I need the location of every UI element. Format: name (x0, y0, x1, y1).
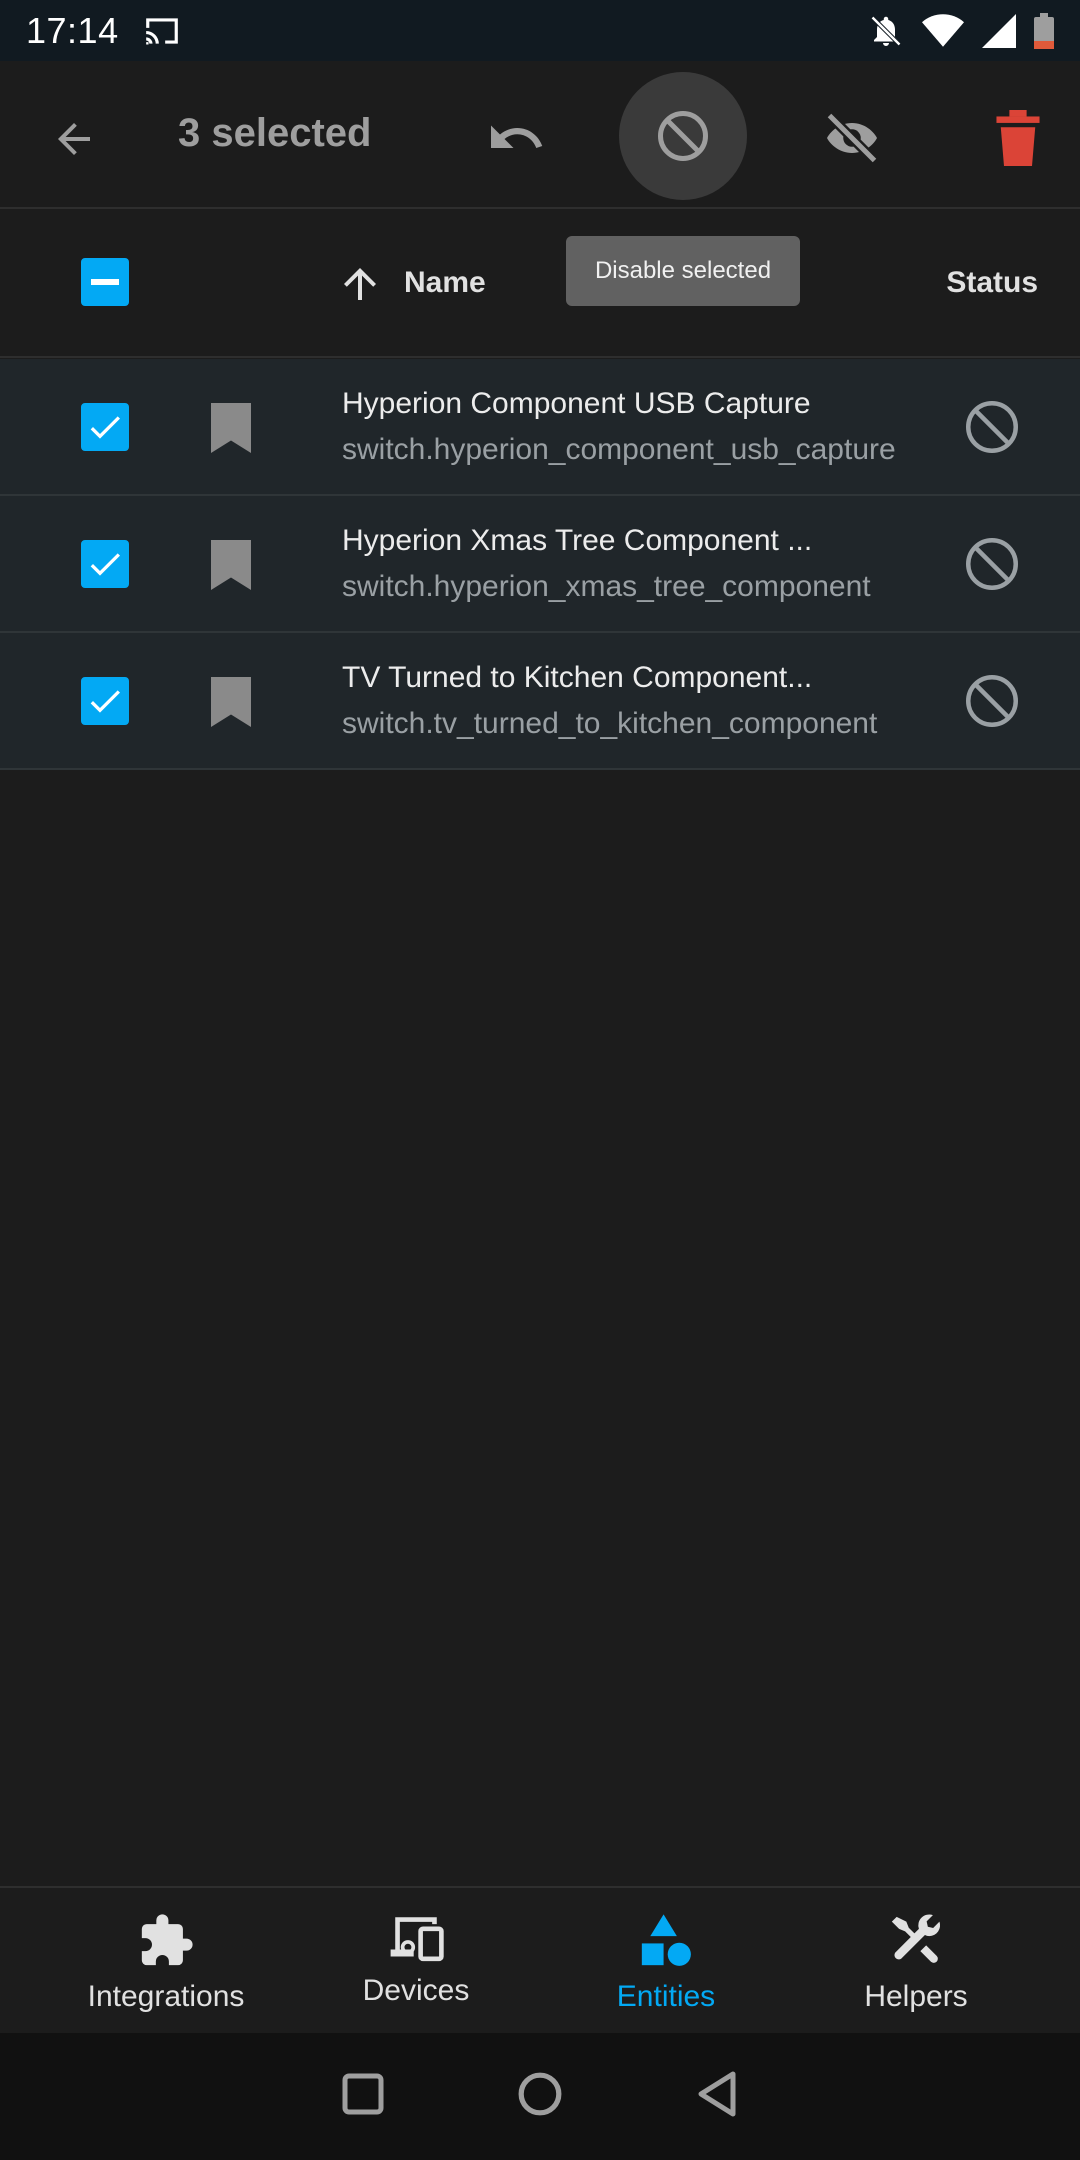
tools-icon (891, 1914, 941, 1963)
delete-selected-button[interactable] (976, 96, 1060, 180)
bottom-navigation: Integrations Devices Entities Helpers (0, 1886, 1080, 2033)
nav-item-integrations[interactable]: Integrations (41, 1888, 291, 2033)
devices-icon (390, 1917, 444, 1962)
cast-icon (143, 15, 181, 47)
notifications-off-icon (868, 13, 904, 49)
puzzle-icon (141, 1914, 193, 1966)
nav-label: Helpers (864, 1980, 968, 2013)
sort-ascending-icon[interactable] (336, 260, 384, 313)
entity-name: Hyperion Component USB Capture (342, 387, 811, 420)
entity-id: switch.hyperion_component_usb_capture (342, 433, 896, 466)
entity-name: TV Turned to Kitchen Component... (342, 661, 813, 694)
nav-item-entities[interactable]: Entities (541, 1888, 791, 2033)
column-header-name[interactable]: Name (404, 266, 486, 300)
entity-name: Hyperion Xmas Tree Component ... (342, 524, 813, 557)
entity-list: Hyperion Component USB Capture switch.hy… (0, 359, 1080, 770)
system-navigation-bar (0, 2033, 1080, 2160)
circle-icon (518, 2072, 562, 2116)
check-icon (90, 553, 120, 576)
check-icon (90, 416, 120, 439)
entity-id: switch.tv_turned_to_kitchen_component (342, 707, 878, 740)
disabled-status-icon (962, 534, 1022, 599)
selected-count-title: 3 selected (178, 111, 372, 155)
back-arrow-icon (58, 123, 90, 155)
status-time: 17:14 (26, 9, 119, 51)
disable-icon (658, 111, 708, 161)
back-nav-button[interactable] (695, 2070, 739, 2123)
check-icon (90, 690, 120, 713)
square-icon (342, 2073, 384, 2115)
wifi-icon (922, 13, 964, 49)
nav-label: Entities (616, 1980, 716, 2013)
restore-button[interactable] (474, 96, 558, 180)
column-header-status[interactable]: Status (946, 266, 1038, 300)
restore-icon (491, 125, 543, 148)
table-row[interactable]: TV Turned to Kitchen Component... switch… (0, 633, 1080, 770)
hide-selected-button[interactable] (810, 96, 894, 180)
select-all-checkbox[interactable] (81, 258, 129, 306)
table-row[interactable]: Hyperion Xmas Tree Component ... switch.… (0, 496, 1080, 633)
selection-toolbar: 3 selected (0, 61, 1080, 209)
bookmark-icon (211, 677, 251, 732)
bookmark-icon (211, 403, 251, 458)
entity-id: switch.hyperion_xmas_tree_component (342, 570, 871, 603)
disabled-status-icon (962, 397, 1022, 462)
table-row[interactable]: Hyperion Component USB Capture switch.hy… (0, 359, 1080, 496)
nav-item-devices[interactable]: Devices (291, 1888, 541, 2033)
delete-icon (996, 110, 1040, 166)
disable-selected-tooltip: Disable selected (566, 236, 800, 306)
status-bar: 17:14 (0, 0, 1080, 61)
table-header: Name Status Disable selected (0, 210, 1080, 358)
nav-label: Integrations (87, 1980, 245, 2013)
bookmark-icon (211, 540, 251, 595)
nav-label: Devices (362, 1974, 470, 2007)
battery-icon (1034, 12, 1054, 49)
recents-button[interactable] (341, 2072, 385, 2121)
row-checkbox[interactable] (81, 540, 129, 588)
hide-icon (825, 111, 879, 165)
disabled-status-icon (962, 671, 1022, 736)
nav-item-helpers[interactable]: Helpers (791, 1888, 1041, 2033)
home-button[interactable] (517, 2071, 563, 2122)
back-button[interactable] (34, 99, 114, 179)
row-checkbox[interactable] (81, 677, 129, 725)
triangle-back-icon (698, 2071, 736, 2117)
tooltip-text: Disable selected (594, 257, 772, 284)
shapes-icon (641, 1914, 691, 1966)
disable-selected-button[interactable] (619, 72, 747, 200)
row-checkbox[interactable] (81, 403, 129, 451)
signal-icon (982, 13, 1016, 48)
screen: 17:14 3 selected Name Status Disable sel… (0, 0, 1080, 2160)
